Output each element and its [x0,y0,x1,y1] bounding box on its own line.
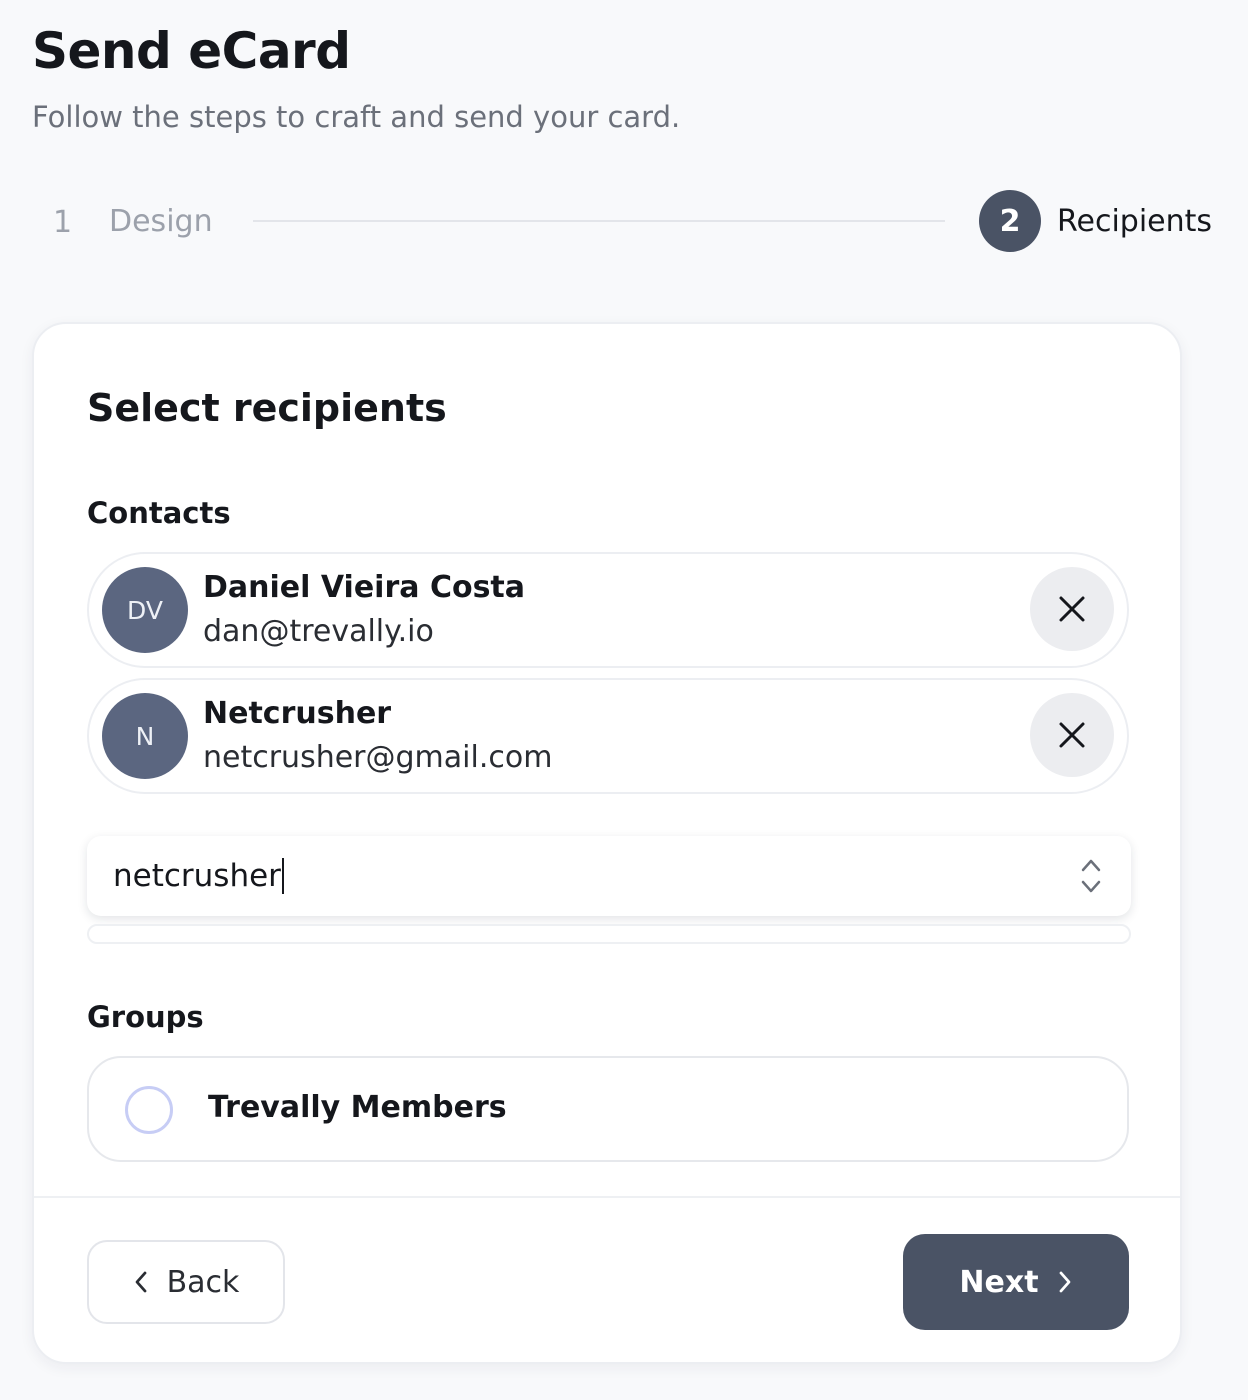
send-ecard-page: Send eCard Follow the steps to craft and… [0,0,1248,1400]
contact-name: Netcrusher [203,696,392,731]
back-button[interactable]: Back [87,1240,285,1324]
remove-contact-button[interactable] [1030,693,1114,777]
step-number-recipients: 2 [979,190,1041,252]
contact-search-input[interactable]: netcrusher [113,854,284,898]
page-title: Send eCard [32,22,351,80]
chevron-left-icon [135,1271,146,1293]
card-divider [34,1196,1180,1198]
chevron-up-down-icon[interactable] [1079,856,1103,896]
search-input-value: netcrusher [113,858,281,894]
next-button[interactable]: Next [903,1234,1129,1330]
group-radio[interactable] [125,1086,173,1134]
remove-contact-button[interactable] [1030,567,1114,651]
search-results-dropdown [87,924,1131,944]
group-name: Trevally Members [208,1090,507,1125]
step-connector [253,220,945,222]
close-icon [1059,722,1085,748]
stepper: 1 Design 2 Recipients [32,190,1232,254]
page-subtitle: Follow the steps to craft and send your … [32,100,681,134]
recipients-card: Select recipients Contacts DV Daniel Vie… [32,322,1182,1364]
step-label-recipients: Recipients [1057,204,1213,239]
card-title: Select recipients [87,386,447,430]
back-button-label: Back [166,1264,240,1300]
contact-email: dan@trevally.io [203,614,434,649]
contact-name: Daniel Vieira Costa [203,570,526,605]
text-caret [281,858,284,894]
step-number-design: 1 [53,205,73,240]
group-option[interactable]: Trevally Members [87,1056,1129,1162]
groups-label: Groups [87,1000,204,1034]
close-icon [1059,596,1085,622]
contact-search-combobox[interactable]: netcrusher [87,836,1131,916]
avatar: DV [102,567,188,653]
chevron-right-icon [1059,1271,1070,1293]
next-button-label: Next [959,1264,1039,1300]
contact-chip: N Netcrusher netcrusher@gmail.com [87,678,1129,794]
avatar: N [102,693,188,779]
contact-email: netcrusher@gmail.com [203,740,553,775]
contacts-label: Contacts [87,496,231,530]
contact-chip: DV Daniel Vieira Costa dan@trevally.io [87,552,1129,668]
step-label-design[interactable]: Design [109,204,213,239]
